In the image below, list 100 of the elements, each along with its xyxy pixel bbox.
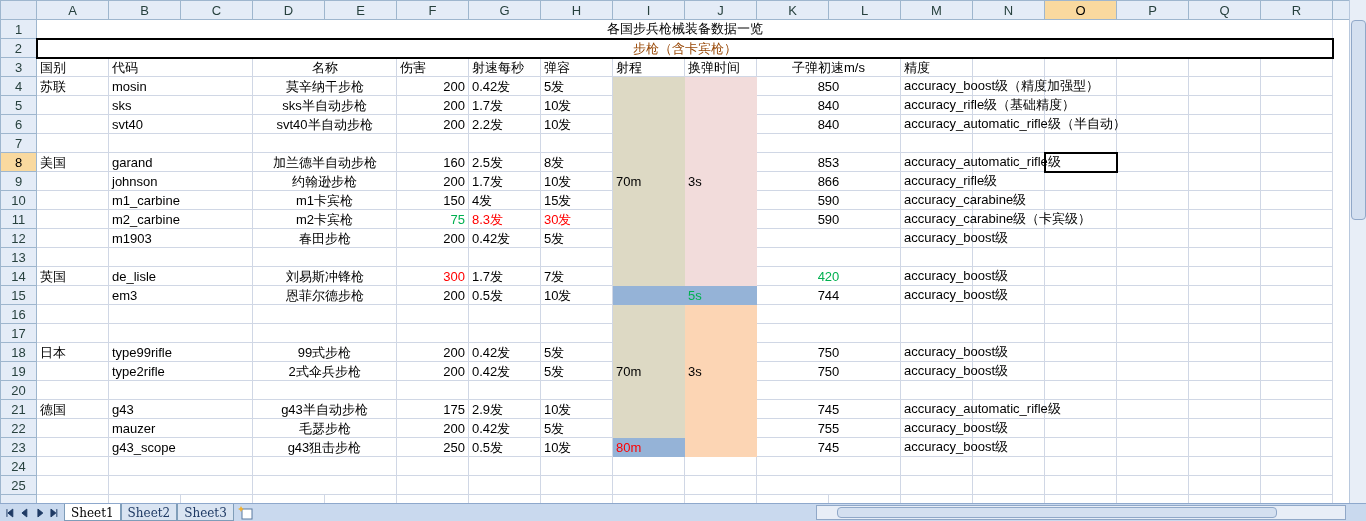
table-cell: 30发 — [544, 211, 572, 227]
table-cell: 0.5发 — [472, 287, 504, 303]
table-cell: 3s — [688, 363, 702, 379]
table-cell: 0.42发 — [472, 363, 511, 379]
table-cell: sks半自动步枪 — [282, 97, 367, 113]
table-cell: 德国 — [40, 401, 66, 417]
column-header[interactable]: C — [180, 0, 253, 20]
column-heading: 名称 — [311, 59, 338, 75]
table-cell: 150 — [443, 192, 465, 208]
table-cell: 4发 — [472, 192, 493, 208]
horizontal-scrollbar[interactable] — [816, 505, 1346, 520]
table-cell: johnson — [112, 173, 158, 189]
column-header[interactable]: L — [828, 0, 901, 20]
table-cell: 10发 — [544, 116, 572, 132]
table-cell: g43_scope — [112, 439, 176, 455]
table-cell: 850 — [817, 78, 840, 94]
table-cell: em3 — [112, 287, 138, 303]
table-cell: 15发 — [544, 192, 572, 208]
table-cell: accuracy_automatic_rifle级 — [904, 400, 1061, 417]
table-cell: 10发 — [544, 401, 572, 417]
column-header[interactable]: M — [900, 0, 973, 20]
column-header[interactable]: D — [252, 0, 325, 20]
table-cell: 10发 — [544, 173, 572, 189]
table-cell: 80m — [616, 439, 642, 455]
column-header[interactable]: G — [468, 0, 541, 20]
table-cell: svt40 — [112, 116, 144, 132]
table-cell: 744 — [817, 287, 840, 303]
table-cell: accuracy_boost级 — [904, 267, 1009, 284]
table-cell: 200 — [443, 78, 465, 94]
table-cell: 加兰德半自动步枪 — [272, 154, 377, 170]
table-cell: 75 — [450, 211, 465, 227]
table-cell: accuracy_rifle级 — [904, 172, 998, 189]
table-cell: 160 — [443, 154, 465, 170]
table-cell: 200 — [443, 363, 465, 379]
column-heading: 射程 — [616, 59, 642, 75]
table-cell: 99式步枪 — [297, 344, 352, 360]
table-cell: 莫辛纳干步枪 — [285, 78, 364, 94]
first-sheet-icon[interactable] — [4, 506, 16, 519]
sheet-title: 各国步兵枪械装备数据一览 — [606, 21, 763, 37]
table-cell: sks — [112, 97, 132, 113]
table-cell: accuracy_boost级 — [904, 229, 1009, 246]
table-cell: 745 — [817, 439, 840, 455]
table-cell: g43半自动步枪 — [281, 401, 368, 417]
table-cell: 590 — [817, 211, 840, 227]
column-header[interactable]: B — [108, 0, 181, 20]
table-cell: 5发 — [544, 230, 565, 246]
table-cell: 70m — [616, 363, 642, 379]
table-cell: 175 — [443, 401, 465, 417]
table-cell: 2.9发 — [472, 401, 504, 417]
table-cell: 1.7发 — [472, 268, 504, 284]
column-header[interactable]: A — [36, 0, 109, 20]
table-cell: 200 — [443, 230, 465, 246]
sheet-tab[interactable]: Sheet2 — [120, 504, 178, 521]
table-cell: g43 — [112, 401, 134, 417]
table-cell: 200 — [443, 287, 465, 303]
table-cell: 7发 — [544, 268, 565, 284]
column-header[interactable]: E — [324, 0, 397, 20]
table-cell: 3s — [688, 173, 702, 189]
table-cell: 590 — [817, 192, 840, 208]
table-cell: 200 — [443, 344, 465, 360]
table-cell: 0.42发 — [472, 78, 511, 94]
column-header[interactable]: I — [612, 0, 685, 20]
table-cell: 约翰逊步枪 — [292, 173, 357, 189]
table-cell: 1.7发 — [472, 97, 504, 113]
table-cell: 恩菲尔德步枪 — [285, 287, 364, 303]
table-cell: 866 — [817, 173, 840, 189]
table-cell: 200 — [443, 420, 465, 436]
section-title: 步枪（含卡宾枪） — [632, 40, 737, 56]
column-header[interactable]: F — [396, 0, 469, 20]
sheet-tab[interactable]: Sheet1 — [64, 504, 121, 521]
table-cell: accuracy_boost级（精度加强型） — [904, 77, 1100, 94]
table-cell: 苏联 — [40, 78, 66, 94]
column-header[interactable]: J — [684, 0, 757, 20]
column-header[interactable]: N — [972, 0, 1045, 20]
vertical-scrollbar[interactable] — [1349, 0, 1366, 503]
table-cell: 春田步枪 — [298, 230, 351, 246]
table-cell: accuracy_boost级 — [904, 438, 1009, 455]
column-heading: 弹容 — [544, 59, 570, 75]
table-cell: m1903 — [112, 230, 152, 246]
column-heading: 精度 — [904, 58, 930, 76]
column-header[interactable]: H — [540, 0, 613, 20]
table-cell: 0.42发 — [472, 230, 511, 246]
last-sheet-icon[interactable] — [48, 506, 60, 519]
table-cell: 70m — [616, 173, 642, 189]
column-header[interactable]: P — [1116, 0, 1189, 20]
table-cell: accuracy_automatic_rifle级（半自动） — [904, 115, 1126, 132]
table-cell: 853 — [817, 154, 840, 170]
table-cell: 750 — [817, 363, 840, 379]
column-header[interactable]: O — [1044, 0, 1117, 20]
table-cell: 420 — [817, 268, 840, 284]
table-cell: 刘易斯冲锋枪 — [285, 268, 364, 284]
column-header[interactable]: Q — [1188, 0, 1261, 20]
table-cell: garand — [112, 154, 153, 170]
column-heading: 子弹初速m/s — [792, 59, 865, 75]
column-header[interactable]: R — [1260, 0, 1333, 20]
table-cell: accuracy_boost级 — [904, 419, 1009, 436]
column-header[interactable]: K — [756, 0, 829, 20]
sheet-tab[interactable]: Sheet3 — [177, 504, 234, 521]
table-cell: 2.2发 — [472, 116, 504, 132]
table-cell: 840 — [817, 116, 840, 132]
